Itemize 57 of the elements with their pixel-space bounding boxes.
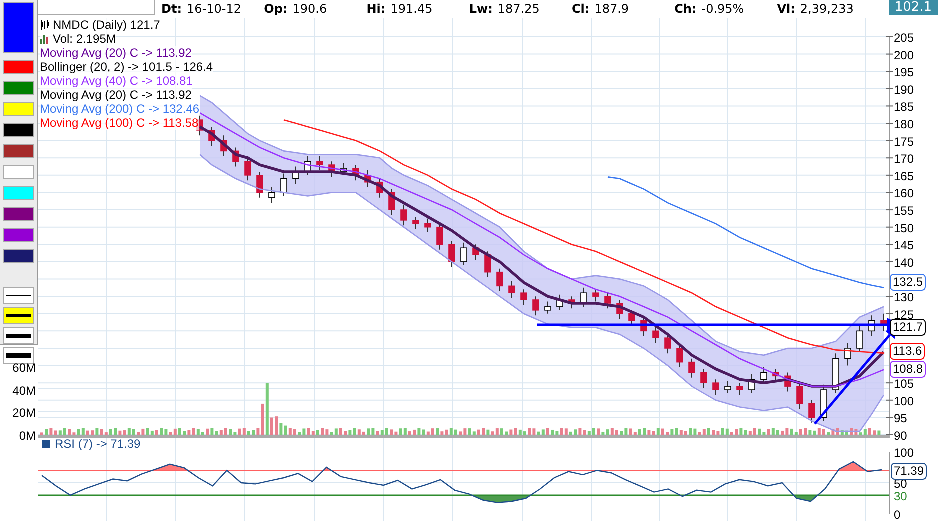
quote-value: 190.6 (292, 2, 328, 16)
legend-entry: RSI (7) -> 71.39 (55, 437, 141, 451)
legend-entry: Moving Avg (20) C -> 113.92 (40, 88, 192, 102)
quote-value: 16-10-12 (187, 2, 242, 16)
axis-label: 30 (894, 489, 908, 504)
quote-label: Op: (264, 2, 288, 16)
legend-entry: Moving Avg (40) C -> 108.81 (40, 74, 193, 88)
price-marker: 132.5 (890, 274, 926, 291)
axis-label: 130 (894, 290, 914, 305)
axis-label: 100 (894, 394, 914, 408)
axis-label: 155 (894, 204, 914, 218)
legend-entry: Vol: 2.195M (53, 32, 116, 46)
axis-label: 40M (12, 382, 37, 400)
axis-label: 160 (894, 186, 914, 201)
price-marker: 108.8 (890, 361, 926, 378)
axis-label: 0 (894, 508, 901, 521)
quote-value: 2,39,233 (800, 2, 854, 16)
quote-label: Lw: (469, 2, 493, 16)
rsi-marker: 71.39 (891, 463, 928, 480)
quote-label: Hi: (366, 2, 386, 16)
axis-label: 95 (894, 412, 908, 426)
quote-value: 187.9 (594, 2, 630, 16)
axis-label: 175 (894, 134, 914, 149)
axis-label: 60M (12, 360, 37, 377)
axis-label: 145 (894, 238, 914, 253)
axis-label: 150 (894, 221, 914, 236)
legend-entry: Moving Avg (20) C -> 113.92 (40, 46, 192, 60)
legend-entry: Moving Avg (200) C -> 132.46 (40, 102, 200, 116)
legend-entry: Moving Avg (100) C -> 113.58 (40, 116, 199, 130)
quote-label: Dt: (162, 2, 182, 16)
price-marker: 113.6 (890, 343, 926, 360)
axis-label: 205 (894, 31, 914, 45)
axis-label: 140 (894, 256, 914, 270)
axis-label: 90 (894, 429, 908, 442)
quote-value: 191.45 (390, 2, 433, 16)
axis-label: 50 (894, 477, 908, 491)
axis-label: 200 (894, 48, 914, 62)
quote-value: 187.25 (498, 2, 540, 16)
quote-label: Ch: (674, 2, 697, 16)
axis-label: 100 (894, 446, 914, 460)
axis-label: 0M (18, 428, 37, 444)
quote-value: -0.95% (702, 2, 744, 16)
axis-label: 190 (894, 82, 914, 97)
legend-entry: Bollinger (20, 2) -> 101.5 - 126.4 (40, 60, 214, 74)
axis-label: 20M (12, 405, 37, 422)
quote-label: Vl: (777, 2, 796, 16)
axis-label: 165 (894, 169, 914, 184)
axis-label: 180 (894, 118, 914, 132)
axis-label: 170 (894, 152, 914, 166)
price-marker: 121.7 (890, 319, 926, 336)
axis-label: 195 (894, 66, 914, 80)
axis-label: 185 (894, 100, 914, 114)
axis-label: 105 (894, 377, 914, 392)
legend-entry: NMDC (Daily) 121.7 (53, 18, 160, 32)
quote-label: Cl: (572, 2, 590, 16)
axis-label: 125 (894, 308, 914, 322)
price-badge: 102.1 (888, 0, 938, 15)
